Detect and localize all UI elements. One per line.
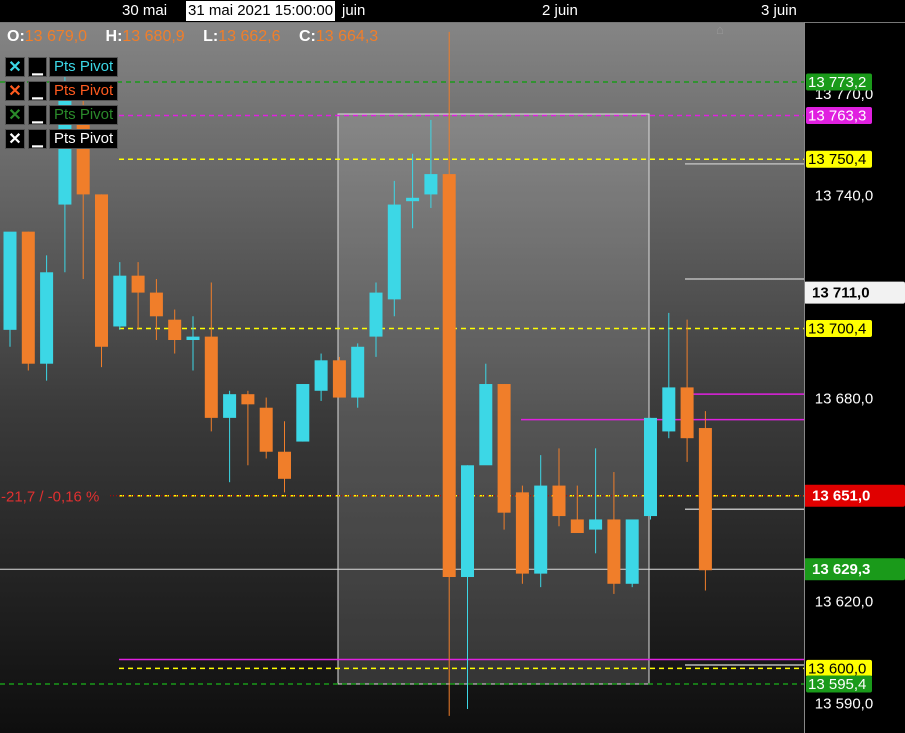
candle-body [607,519,621,584]
candle-body [296,384,310,442]
close-label: C: [298,28,316,45]
candle-body [442,174,456,578]
close-icon[interactable]: ✕ [5,57,25,77]
candle-body [589,519,603,530]
legend-row[interactable]: ✕ ▁ Pts Pivot [5,57,119,77]
candle-body [168,319,182,340]
candle-body [534,485,548,574]
close-icon[interactable]: ✕ [5,129,25,149]
high-label: H: [105,28,123,45]
open-label: O: [7,28,25,45]
close-value: 13 664,3 [315,28,379,45]
candle-body [314,360,328,391]
candle-body [461,465,474,578]
legend-label: Pts Pivot [49,57,119,77]
candle-body [241,394,255,405]
minimize-icon[interactable]: ▁ [28,57,47,77]
candle-body [698,428,712,571]
selection-rectangle [337,113,650,685]
candle-body [479,384,493,466]
low-label: L: [203,28,219,45]
close-icon[interactable]: ✕ [5,105,25,125]
legend-label: Pts Pivot [49,105,119,125]
candle-body [424,174,438,195]
minimize-icon[interactable]: ▁ [28,129,47,149]
candle-body [332,360,346,398]
candle-body [204,336,218,418]
legend-label: Pts Pivot [49,81,119,101]
legend-row[interactable]: ✕ ▁ Pts Pivot [5,81,119,101]
candle-body [644,417,657,517]
ohlc-readout: O:13 679,0 H:13 680,9 L:13 662,6 C:13 66… [7,28,392,46]
legend-row[interactable]: ✕ ▁ Pts Pivot [5,129,119,149]
candle-body [186,336,200,340]
candle-body [552,485,566,517]
minimize-icon[interactable]: ▁ [28,105,47,125]
candle-body [223,394,237,418]
change-label: -21,7 / -0,16 % [1,489,99,506]
candle-body [131,275,145,293]
date-label-hidden: juin [342,2,366,19]
candle-body [149,292,163,317]
candle-body [351,346,365,398]
candle-body [515,492,529,574]
house-icon[interactable]: ⌂ [716,22,724,37]
minimize-icon[interactable]: ▁ [28,81,47,101]
candle-body [369,292,383,337]
candle-body [3,231,17,330]
candle-body [278,451,291,479]
price-chart[interactable]: 13 770,013 740,013 680,013 620,013 590,0… [0,0,905,733]
open-value: 13 679,0 [24,28,88,45]
candle-body [95,194,108,347]
candle-body [40,272,54,364]
low-value: 13 662,6 [218,28,281,45]
date-label-3-juin: 3 juin [761,2,797,19]
legend-label: Pts Pivot [49,129,119,149]
date-label-2-juin: 2 juin [542,2,578,19]
candle-body [570,519,584,533]
close-icon[interactable]: ✕ [5,81,25,101]
candle-body [662,387,676,432]
cursor-date: 31 mai 2021 15:00:00 [186,1,336,21]
candle-body [113,275,127,327]
candle-body [497,384,511,513]
candle-body [625,519,639,584]
time-axis: 30 mai juin 2 juin 3 juin 31 mai 2021 15… [0,0,905,37]
candle-body [21,231,35,364]
candle-body [406,197,420,202]
price-scale[interactable] [804,22,905,733]
candle-body [259,407,273,452]
high-value: 13 680,9 [122,28,185,45]
legend-row[interactable]: ✕ ▁ Pts Pivot [5,105,119,125]
date-label-30-mai: 30 mai [122,2,168,19]
candle-body [387,204,401,300]
candle-body [680,387,694,439]
